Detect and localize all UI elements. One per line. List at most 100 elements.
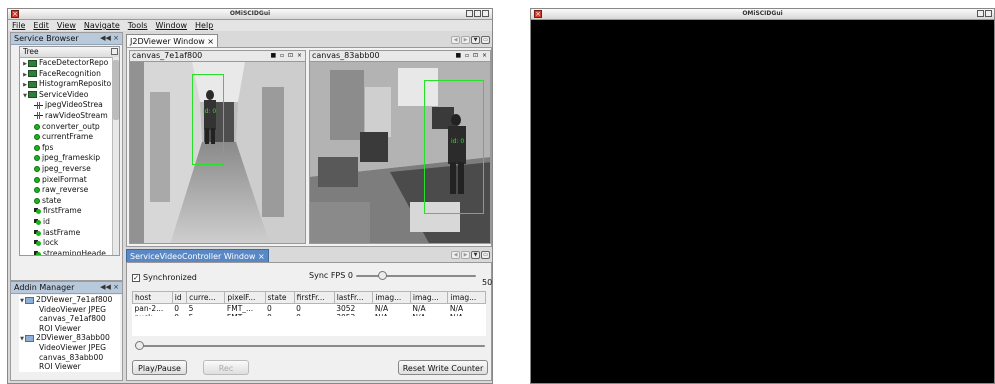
minimize-icon[interactable] — [977, 10, 984, 17]
prev-tab-icon[interactable]: ◀ — [451, 36, 460, 44]
reset-write-counter-button[interactable]: Reset Write Counter — [398, 360, 488, 375]
menu-view[interactable]: View — [53, 20, 80, 31]
tree-scrollbar[interactable] — [112, 57, 119, 255]
restore-icon[interactable]: ▭ — [481, 36, 490, 44]
tree-item[interactable]: jpeg_reverse — [20, 164, 119, 175]
window-titlebar[interactable]: × OMiSCIDGui — [8, 9, 492, 20]
variable-icon — [34, 165, 40, 172]
tree-item[interactable]: currentFrame — [20, 132, 119, 143]
synchronized-label: Synchronized — [143, 273, 197, 282]
tree-item[interactable]: lastFrame — [20, 228, 119, 239]
canvas-window-controls-icon[interactable]: ■ ▫ ⊡ × — [270, 51, 303, 61]
table-row[interactable]: pan-2... 0 5 FMT_... 0 0 3052 N/A N/A N/A — [133, 304, 486, 313]
column-header[interactable]: imag... — [372, 291, 411, 304]
play-pause-button[interactable]: Play/Pause — [132, 360, 187, 375]
close-tab-icon[interactable]: × — [258, 252, 265, 261]
tree-item[interactable]: jpeg_frameskip — [20, 153, 119, 164]
prev-tab-icon[interactable]: ◀ — [451, 251, 460, 259]
addin-item[interactable]: VideoViewer JPEG — [19, 305, 120, 315]
addin-item[interactable]: ROI Viewer — [19, 324, 120, 334]
panel-minimize-close-icon[interactable]: ◀◀ × — [100, 33, 119, 44]
addin-group[interactable]: ▼ 2DViewer_83abb00 — [19, 333, 120, 343]
column-header[interactable]: curre... — [186, 291, 226, 304]
component-icon — [28, 59, 37, 67]
sync-fps-slider[interactable] — [356, 271, 476, 280]
tree-item[interactable]: id — [20, 217, 119, 228]
tree-item[interactable]: lock — [20, 238, 119, 249]
tree-item[interactable]: firstFrame — [20, 206, 119, 217]
menu-file[interactable]: File — [8, 20, 29, 31]
tab-servicevideocontroller[interactable]: ServiceVideoController Window × — [126, 249, 269, 262]
column-header[interactable]: id — [171, 291, 188, 304]
rec-button[interactable]: Rec — [203, 360, 249, 375]
tree-item[interactable]: ▶ FaceDetectorRepo — [20, 58, 119, 69]
shade-icon[interactable] — [482, 10, 489, 17]
menu-navigate[interactable]: Navigate — [80, 20, 124, 31]
table-cell: 0 — [296, 304, 301, 313]
tree-item[interactable]: state — [20, 196, 119, 207]
column-header[interactable]: imag... — [447, 291, 486, 304]
tree-item[interactable]: raw_reverse — [20, 185, 119, 196]
canvas-window-controls-icon[interactable]: ■ ▫ ⊡ × — [455, 51, 488, 61]
restore-icon[interactable]: ▭ — [481, 251, 490, 259]
addin-item[interactable]: canvas_83abb00 — [19, 353, 120, 363]
minimize-icon[interactable] — [466, 10, 473, 17]
addin-group[interactable]: ▼ 2DViewer_7e1af800 — [19, 295, 120, 305]
table-cell: 0 — [267, 304, 272, 313]
addin-item-label: VideoViewer JPEG — [39, 304, 107, 314]
slider-thumb[interactable] — [378, 271, 388, 280]
menu-tools[interactable]: Tools — [124, 20, 152, 31]
slider-thumb[interactable] — [135, 341, 144, 350]
close-tab-icon[interactable]: × — [207, 37, 214, 46]
tab-j2dviewer[interactable]: J2DViewer Window × — [126, 34, 218, 47]
tree-item[interactable]: rawVideoStream — [20, 111, 119, 122]
panel-minimize-close-icon[interactable]: ◀◀ × — [100, 282, 119, 293]
tree-item[interactable]: ▼ ServiceVideo — [20, 90, 119, 101]
maximize-icon[interactable] — [474, 10, 481, 17]
tree-item-label: fps — [42, 142, 54, 152]
addin-item-label: canvas_7e1af800 — [39, 314, 106, 324]
menu-edit[interactable]: Edit — [29, 20, 53, 31]
tree-item-label: HistogramReposito — [39, 79, 112, 89]
table-header-row: host id curre... pixelF... state firstFr... la… — [132, 291, 486, 304]
next-tab-icon[interactable]: ▶ — [461, 251, 470, 259]
canvas-1-video[interactable]: id: 0 — [130, 62, 305, 243]
addin-item[interactable]: ROI Viewer — [19, 362, 120, 372]
column-header[interactable]: pixelF... — [224, 291, 266, 304]
tree-item-label: lock — [43, 238, 59, 248]
column-header[interactable]: firstFr... — [293, 291, 335, 304]
addin-item-label: canvas_83abb00 — [39, 352, 104, 362]
addin-item[interactable]: canvas_7e1af800 — [19, 314, 120, 324]
column-header[interactable]: imag... — [409, 291, 449, 304]
tab-list-icon[interactable]: ▼ — [471, 251, 480, 259]
tree-item[interactable]: ▶ HistogramReposito — [20, 79, 119, 90]
tree-item[interactable]: pixelFormat — [20, 175, 119, 186]
tree-item[interactable]: converter_outp — [20, 122, 119, 133]
variable-icon — [34, 155, 40, 162]
tree-item[interactable]: jpegVideoStrea — [20, 100, 119, 111]
column-header[interactable]: state — [264, 291, 295, 304]
addin-item[interactable]: VideoViewer JPEG — [19, 343, 120, 353]
tree-item[interactable]: fps — [20, 143, 119, 154]
menu-help[interactable]: Help — [191, 20, 217, 31]
frame-slider[interactable] — [135, 341, 485, 350]
column-header[interactable]: lastFr... — [333, 291, 374, 304]
tree-item-label: state — [42, 195, 62, 205]
sync-fps-label-row: Sync FPS 0 — [309, 271, 353, 280]
tree-item[interactable]: streamingHeade — [20, 249, 119, 255]
menu-window[interactable]: Window — [151, 20, 191, 31]
tree-item[interactable]: ▶ FaceRecognition — [20, 69, 119, 80]
maximize-icon[interactable] — [985, 10, 992, 17]
addin-item-label: VideoViewer JPEG — [39, 342, 107, 352]
window-titlebar[interactable]: × OMiSCIDGui — [531, 9, 994, 20]
scrollbar-thumb[interactable] — [113, 60, 119, 120]
tree-options-icon[interactable] — [111, 48, 118, 55]
tab-list-icon[interactable]: ▼ — [471, 36, 480, 44]
column-header[interactable]: host — [132, 291, 173, 304]
canvas-2-video[interactable]: id: 0 — [310, 62, 490, 243]
synchronized-checkbox[interactable]: ✓ — [132, 273, 140, 282]
synchronized-row: ✓ Synchronized — [132, 273, 197, 282]
variable-icon — [34, 123, 40, 130]
next-tab-icon[interactable]: ▶ — [461, 36, 470, 44]
service-tree: Tree ▶ FaceDetectorRepo ▶ FaceRecognition ▶ H… — [19, 46, 120, 256]
